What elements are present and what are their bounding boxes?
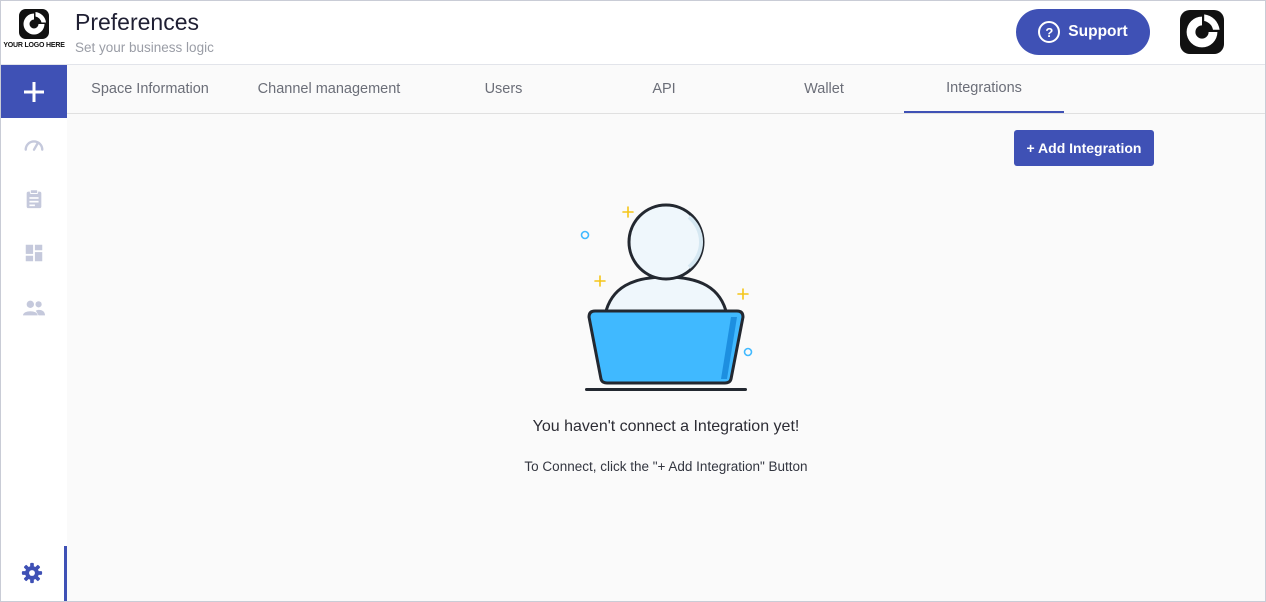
sidebar-item-dashboard[interactable] (21, 133, 47, 159)
plus-icon (24, 81, 44, 102)
layout-icon (25, 244, 43, 262)
logo-text: YOUR LOGO HERE (3, 42, 65, 49)
sidebar (1, 65, 67, 601)
page-subtitle: Set your business logic (75, 40, 214, 55)
sidebar-item-people[interactable] (21, 295, 47, 321)
empty-state-illustration (580, 203, 753, 391)
tab-space-information[interactable]: Space Information (67, 65, 233, 113)
dashboard-gauge-icon (24, 140, 44, 151)
top-header: YOUR LOGO HERE Preferences Set your busi… (1, 1, 1265, 65)
page-title: Preferences (75, 9, 200, 35)
sidebar-item-tasks[interactable] (21, 186, 47, 212)
add-integration-button[interactable]: + Add Integration (1014, 130, 1154, 166)
tab-users[interactable]: Users (425, 65, 582, 113)
app-window: YOUR LOGO HERE Preferences Set your busi… (0, 0, 1266, 602)
tab-integrations[interactable]: Integrations (904, 65, 1064, 113)
empty-state-title: You haven't connect a Integration yet! (532, 418, 800, 435)
clipboard-icon (26, 189, 42, 209)
logo-mark-icon (19, 9, 49, 39)
company-logo[interactable]: YOUR LOGO HERE (1, 1, 67, 65)
question-icon: ? (1038, 21, 1061, 43)
support-label: Support (1068, 23, 1128, 40)
sidebar-item-layout[interactable] (21, 240, 47, 266)
create-button[interactable] (1, 65, 67, 118)
tab-channel-management[interactable]: Channel management (233, 65, 425, 113)
people-icon (23, 300, 45, 316)
tab-api[interactable]: API (584, 65, 744, 113)
support-button[interactable]: ? Support (1016, 9, 1150, 55)
empty-state-hint: To Connect, click the "+ Add Integration… (524, 459, 808, 474)
gear-icon (21, 562, 43, 584)
brand-logo-icon[interactable] (1180, 10, 1224, 54)
preferences-tabs: Space Information Channel management Use… (67, 65, 1265, 114)
sidebar-item-settings[interactable] (1, 546, 67, 601)
tab-wallet[interactable]: Wallet (744, 65, 904, 113)
